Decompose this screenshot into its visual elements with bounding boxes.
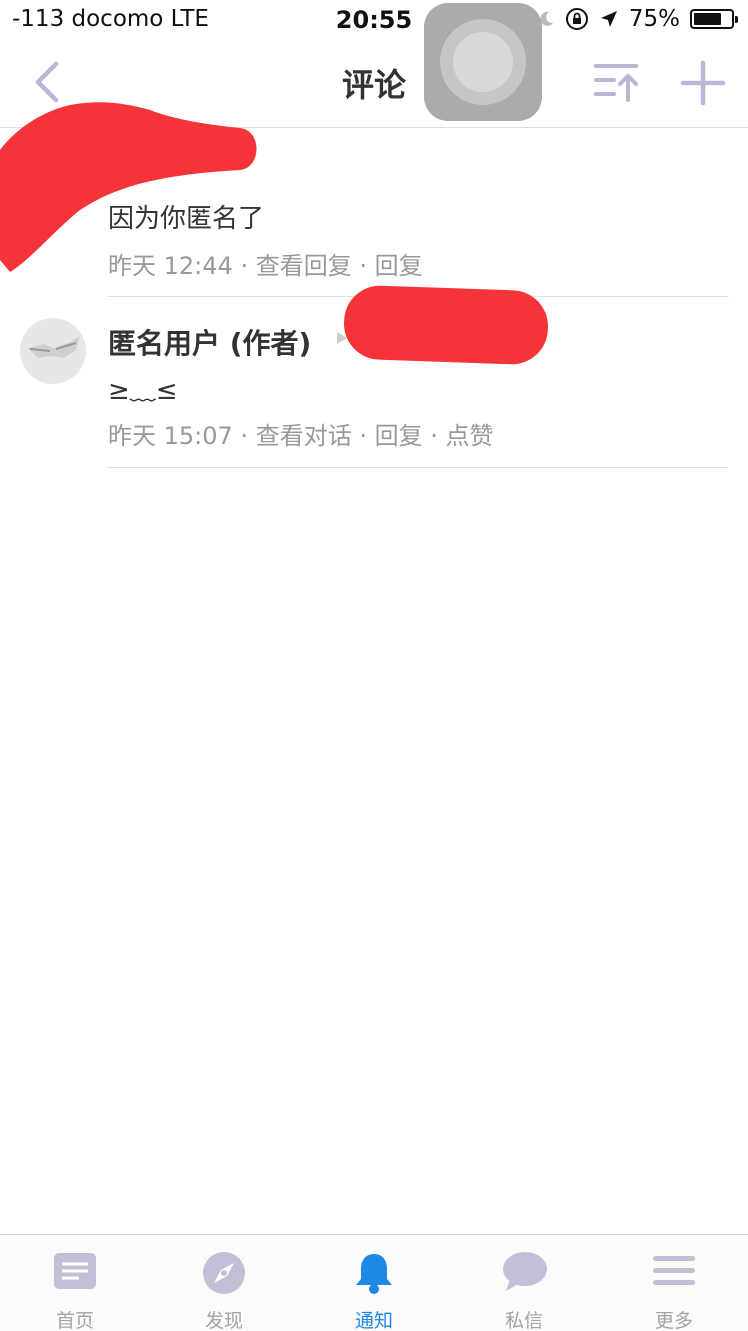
tab-label: 通知 <box>354 1310 393 1331</box>
anonymous-mask-icon <box>28 336 80 358</box>
bell-icon <box>356 1254 392 1294</box>
divider <box>107 467 729 468</box>
redaction-mark <box>342 284 550 366</box>
tab-discover[interactable]: 发现 <box>149 1235 299 1331</box>
redaction-mark <box>0 102 257 272</box>
tab-messages[interactable]: 私信 <box>449 1235 599 1331</box>
compass-icon <box>203 1252 245 1294</box>
view-replies-link[interactable]: 查看回复 <box>256 252 352 280</box>
tab-notifications[interactable]: 通知 <box>299 1235 449 1331</box>
tab-label: 更多 <box>654 1310 693 1331</box>
comment-text: ≥﹏≤ <box>108 376 178 406</box>
like-link[interactable]: 点赞 <box>446 422 494 450</box>
sort-up-icon[interactable] <box>592 60 640 104</box>
status-icons: 75% <box>537 6 738 32</box>
tab-label: 发现 <box>204 1310 243 1331</box>
assistive-touch-button[interactable] <box>424 3 542 121</box>
plus-icon[interactable] <box>680 60 726 106</box>
view-conversation-link[interactable]: 查看对话 <box>256 422 352 450</box>
status-bar: -113 docomo LTE 20:55 75% <box>0 0 748 40</box>
tab-home[interactable]: 首页 <box>0 1235 150 1331</box>
location-arrow-icon <box>600 11 617 27</box>
battery-icon <box>690 9 738 29</box>
tab-more[interactable]: 更多 <box>599 1235 748 1331</box>
orientation-lock-icon <box>565 8 588 30</box>
menu-icon <box>653 1256 695 1285</box>
tab-label: 私信 <box>504 1310 543 1331</box>
battery-percent: 75% <box>628 6 680 32</box>
comment-meta: 昨天 15:07 · 查看对话 · 回复 · 点赞 <box>108 422 494 450</box>
reply-link[interactable]: 回复 <box>375 252 423 280</box>
tab-bar: 首页 发现 通知 私信 更多 <box>0 1234 748 1331</box>
avatar[interactable] <box>20 318 86 384</box>
home-icon <box>54 1253 96 1289</box>
comment-username[interactable]: 匿名用户 (作者) <box>108 322 311 362</box>
tab-label: 首页 <box>55 1310 94 1331</box>
reply-link[interactable]: 回复 <box>375 422 423 450</box>
comment-time: 昨天 15:07 <box>108 422 233 450</box>
chat-bubble-icon <box>503 1252 547 1291</box>
